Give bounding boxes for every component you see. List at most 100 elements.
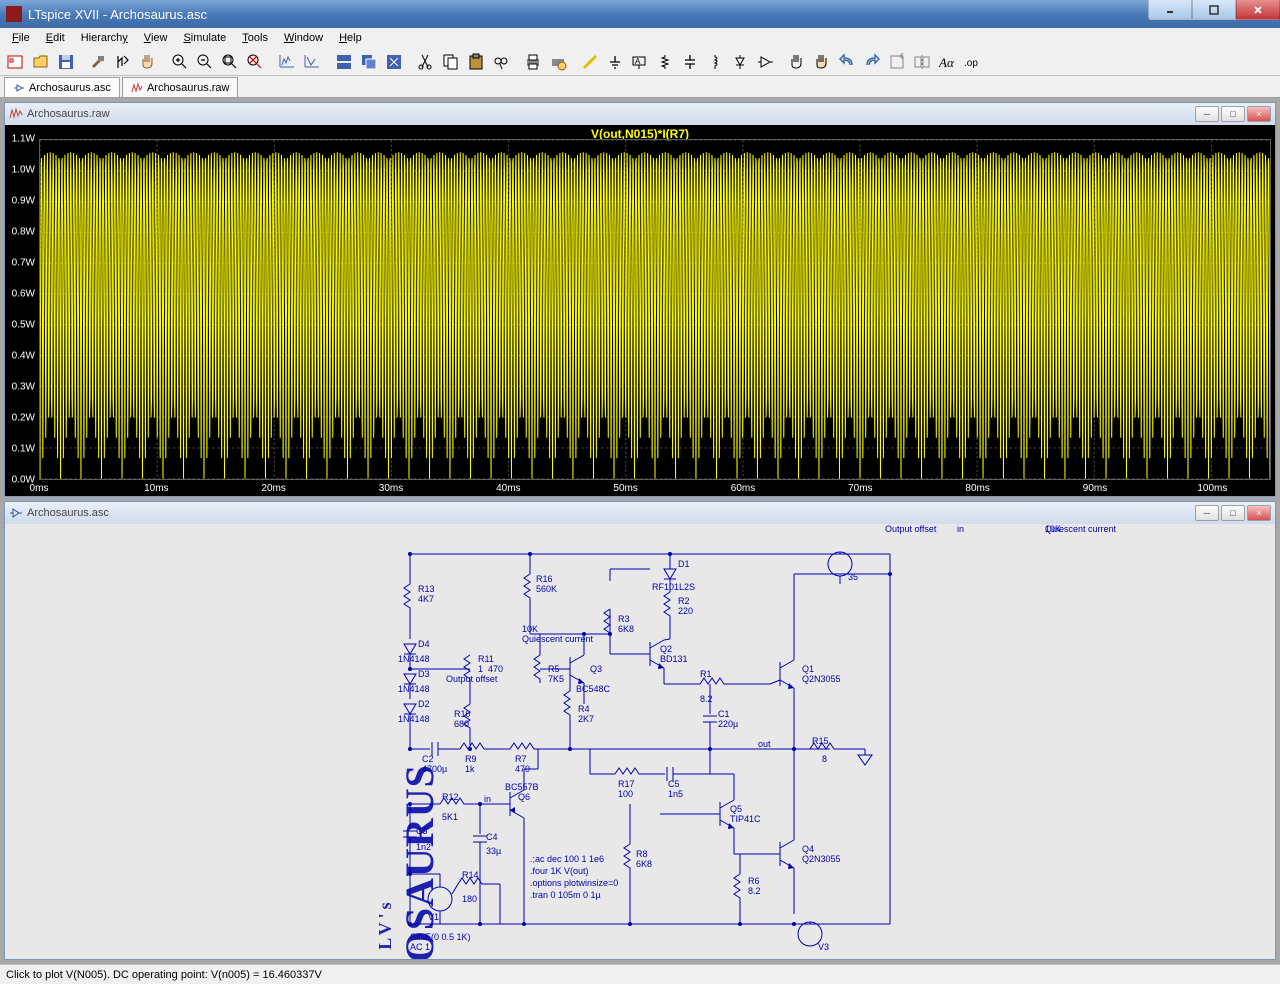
zoom-fit-button[interactable] — [218, 50, 242, 74]
child-close-button[interactable]: × — [1247, 505, 1271, 521]
print-button[interactable] — [521, 50, 545, 74]
schematic-label: 35 — [848, 572, 858, 582]
schematic-label: out — [758, 739, 771, 749]
zoom-in-button[interactable] — [168, 50, 192, 74]
schematic-label: BC548C — [576, 684, 610, 694]
child-close-button[interactable]: × — [1247, 106, 1271, 122]
autorange-y-button[interactable] — [300, 50, 324, 74]
drag-button[interactable] — [810, 50, 834, 74]
document-tabs: Archosaurus.asc Archosaurus.raw — [0, 76, 1280, 98]
label-net-button[interactable]: A — [628, 50, 652, 74]
schematic-label: R3 — [618, 614, 630, 624]
draw-wire-button[interactable] — [578, 50, 602, 74]
schematic-label: 180 — [462, 894, 477, 904]
resistor-button[interactable] — [653, 50, 677, 74]
schematic-label: 220 — [678, 606, 693, 616]
schematic-window: Archosaurus.asc ─ □ × LV's ARCHOSAURUS R… — [4, 501, 1276, 960]
menu-file[interactable]: File — [4, 30, 38, 46]
schematic-label: 680 — [454, 719, 469, 729]
rotate-button[interactable] — [885, 50, 909, 74]
schematic-label: 33µ — [486, 846, 501, 856]
waveform-plot[interactable]: V(out,N015)*I(R7) 0.0W0.1W0.2W0.3W0.4W0.… — [5, 125, 1275, 496]
schematic-label: D2 — [418, 699, 430, 709]
schematic-label: D1 — [678, 559, 690, 569]
open-button[interactable] — [29, 50, 53, 74]
schematic-label: 4K7 — [418, 594, 434, 604]
save-button[interactable] — [54, 50, 78, 74]
tab-waveform[interactable]: Archosaurus.raw — [122, 77, 239, 97]
schematic-label: RF101L2S — [652, 582, 695, 592]
text-button[interactable]: Aα — [935, 50, 959, 74]
schematic-label: R1 — [700, 669, 712, 679]
schematic-label: 1n5 — [668, 789, 683, 799]
schematic-label: Q5 — [730, 804, 742, 814]
new-schematic-button[interactable] — [4, 50, 28, 74]
cascade-windows-button[interactable] — [357, 50, 381, 74]
schematic-label: R17 — [618, 779, 635, 789]
child-maximize-button[interactable]: □ — [1221, 106, 1245, 122]
schematic-window-title: Archosaurus.asc — [27, 507, 109, 519]
maximize-button[interactable] — [1192, 0, 1236, 20]
redo-button[interactable] — [860, 50, 884, 74]
hammer-button[interactable] — [86, 50, 110, 74]
menu-help[interactable]: Help — [331, 30, 370, 46]
menu-window[interactable]: Window — [276, 30, 331, 46]
pan-button[interactable] — [136, 50, 160, 74]
run-button[interactable] — [111, 50, 135, 74]
capacitor-button[interactable] — [678, 50, 702, 74]
component-button[interactable] — [753, 50, 777, 74]
tab-schematic[interactable]: Archosaurus.asc — [4, 77, 120, 97]
child-maximize-button[interactable]: □ — [1221, 505, 1245, 521]
inductor-button[interactable] — [703, 50, 727, 74]
schematic-label: 220µ — [718, 719, 738, 729]
schematic-label: R13 — [418, 584, 435, 594]
minimize-button[interactable] — [1148, 0, 1192, 20]
autorange-x-button[interactable] — [275, 50, 299, 74]
ground-button[interactable] — [603, 50, 627, 74]
schematic-label: Q4 — [802, 844, 814, 854]
schematic-label: R2 — [678, 596, 690, 606]
menu-hierarchy[interactable]: Hierarchy — [73, 30, 136, 46]
move-button[interactable] — [785, 50, 809, 74]
zoom-out-button[interactable] — [193, 50, 217, 74]
waveform-window: Archosaurus.raw ─ □ × V(out,N015)*I(R7) … — [4, 102, 1276, 497]
schematic-label: in — [957, 524, 964, 534]
copy-button[interactable] — [439, 50, 463, 74]
mirror-button[interactable] — [910, 50, 934, 74]
schematic-label: R16 — [536, 574, 553, 584]
menu-view[interactable]: View — [136, 30, 176, 46]
undo-button[interactable] — [835, 50, 859, 74]
svg-text:Aα: Aα — [938, 55, 955, 70]
print-setup-button[interactable] — [546, 50, 570, 74]
schematic-label: 1N4148 — [398, 654, 430, 664]
cut-button[interactable] — [414, 50, 438, 74]
schematic-label: 6K8 — [618, 624, 634, 634]
toolbar: A Aα .op — [0, 48, 1280, 76]
child-minimize-button[interactable]: ─ — [1195, 505, 1219, 521]
schematic-label: D4 — [418, 639, 430, 649]
schematic-label: 5K1 — [442, 812, 458, 822]
schematic-label: C4 — [486, 832, 498, 842]
diode-button[interactable] — [728, 50, 752, 74]
find-button[interactable] — [489, 50, 513, 74]
waveform-icon — [131, 82, 143, 94]
menu-edit[interactable]: Edit — [38, 30, 73, 46]
schematic-label: Q2N3055 — [802, 674, 841, 684]
schematic-label: R11 — [478, 654, 494, 664]
schematic-label: R6 — [748, 876, 760, 886]
schematic-label: .four 1K V(out) — [530, 866, 589, 876]
spice-directive-button[interactable]: .op — [960, 50, 984, 74]
paste-button[interactable] — [464, 50, 488, 74]
zoom-back-button[interactable] — [243, 50, 267, 74]
schematic-label: BC557B — [505, 782, 539, 792]
menu-tools[interactable]: Tools — [234, 30, 276, 46]
menu-simulate[interactable]: Simulate — [175, 30, 234, 46]
close-button[interactable] — [1236, 0, 1280, 20]
schematic-label: Q2N3055 — [802, 854, 841, 864]
schematic-label: R7 — [515, 754, 527, 764]
tile-windows-button[interactable] — [332, 50, 356, 74]
child-minimize-button[interactable]: ─ — [1195, 106, 1219, 122]
close-windows-button[interactable] — [382, 50, 406, 74]
schematic-canvas[interactable]: LV's ARCHOSAURUS R134K7R16560KD1RF101L2S… — [5, 524, 1275, 959]
schematic-label: V3 — [818, 942, 829, 952]
